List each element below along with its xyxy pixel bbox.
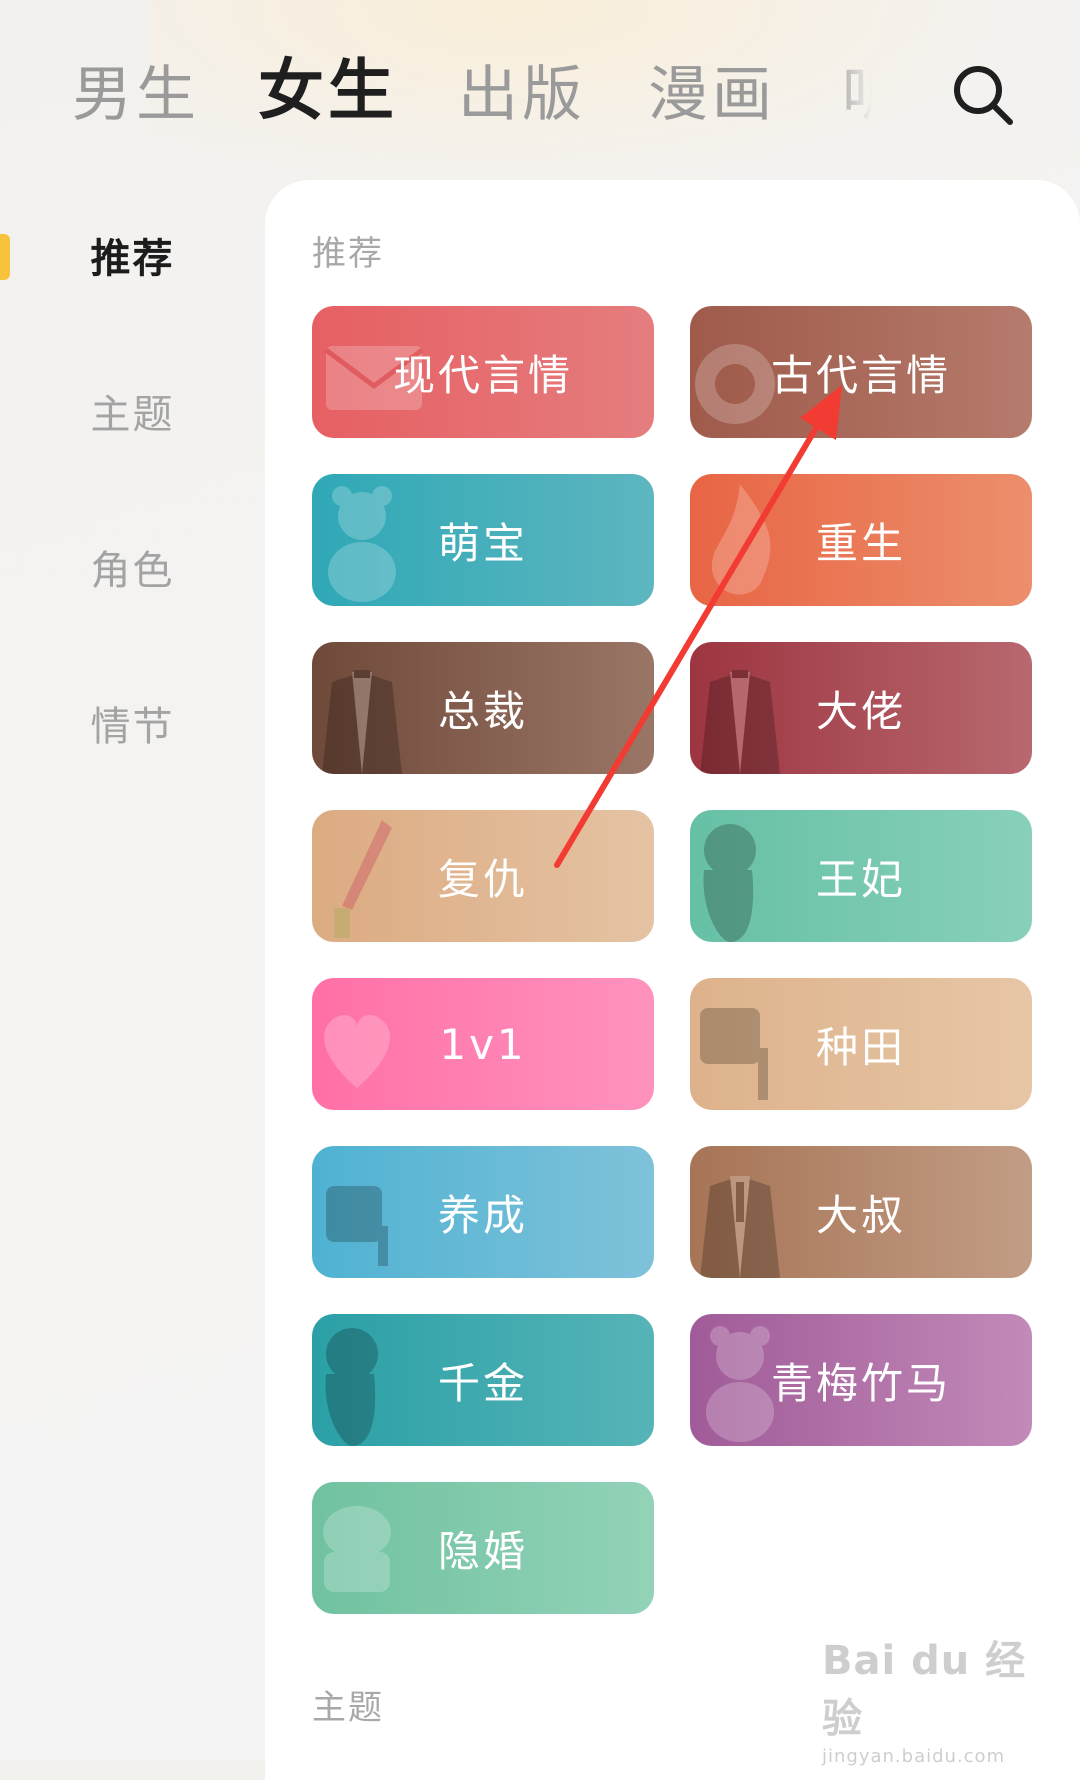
search-icon	[954, 66, 1013, 125]
category-card-cute-baby[interactable]: 萌宝	[312, 474, 654, 606]
category-card-heiress[interactable]: 千金	[312, 1314, 654, 1446]
section-title-theme: 主题	[312, 1688, 384, 1728]
lady-icon	[325, 1328, 378, 1446]
category-card-1v1[interactable]: 1v1	[312, 978, 654, 1110]
category-card-modern-romance[interactable]: 现代言情	[312, 306, 654, 438]
suit-icon	[322, 670, 402, 774]
category-label: 大叔	[815, 1190, 906, 1240]
category-label: 重生	[815, 518, 906, 568]
category-card-farming[interactable]: 种田	[690, 978, 1032, 1110]
baidu-watermark: Bai du 经验 jingyan.baidu.com	[822, 1628, 1032, 1767]
tab-male[interactable]: 男生	[72, 58, 200, 132]
category-label: 千金	[437, 1358, 528, 1408]
category-label: 古代言情	[770, 350, 951, 400]
fire-icon	[711, 484, 771, 595]
category-label: 总裁	[437, 686, 528, 736]
category-card-big-shot[interactable]: 大佬	[690, 642, 1032, 774]
category-label: 青梅竹马	[770, 1358, 951, 1408]
watermark-url: jingyan.baidu.com	[822, 1746, 1006, 1767]
sidebar-item-role[interactable]: 角色	[0, 546, 265, 596]
category-label: 王妃	[815, 854, 906, 904]
sidebar-item-recommend[interactable]: 推荐	[0, 234, 265, 284]
category-label: 1v1	[439, 1019, 527, 1069]
category-label: 种田	[815, 1022, 906, 1072]
section-title-recommend: 推荐	[312, 234, 384, 274]
category-label: 养成	[437, 1190, 528, 1240]
tab-publish[interactable]: 出版	[458, 58, 586, 132]
category-card-rebirth[interactable]: 重生	[690, 474, 1032, 606]
category-label: 隐婚	[437, 1526, 528, 1576]
tab-comics[interactable]: 漫画	[648, 58, 776, 132]
dagger-icon	[334, 820, 392, 938]
category-label: 萌宝	[437, 518, 528, 568]
category-card-secret-marriage[interactable]: 隐婚	[312, 1482, 654, 1614]
category-label: 现代言情	[392, 350, 573, 400]
category-label: 大佬	[815, 686, 906, 736]
category-label: 复仇	[437, 854, 528, 904]
sidebar-item-theme[interactable]: 主题	[0, 390, 265, 440]
category-card-raising[interactable]: 养成	[312, 1146, 654, 1278]
top-tab-bar: 男生 女生 出版 漫画 听	[0, 0, 1080, 170]
heart-icon	[324, 1014, 390, 1088]
category-card-ceo[interactable]: 总裁	[312, 642, 654, 774]
teddy-bear-icon	[328, 486, 396, 602]
ring-box-icon	[323, 1506, 391, 1592]
tab-female[interactable]: 女生	[258, 54, 398, 128]
category-card-revenge[interactable]: 复仇	[312, 810, 654, 942]
lady-icon	[703, 824, 756, 942]
watering-can-icon	[326, 1186, 388, 1266]
category-card-ancient-romance[interactable]: 古代言情	[690, 306, 1032, 438]
suit-icon	[700, 670, 780, 774]
category-card-princess[interactable]: 王妃	[690, 810, 1032, 942]
category-card-uncle[interactable]: 大叔	[690, 1146, 1032, 1278]
category-card-childhood-sweethearts[interactable]: 青梅竹马	[690, 1314, 1032, 1446]
shovel-icon	[700, 1008, 768, 1100]
watermark-logo-text: Bai du 经验	[822, 1638, 1027, 1742]
sidebar-item-plot[interactable]: 情节	[0, 702, 265, 752]
search-button[interactable]	[950, 62, 1016, 128]
tab-listen[interactable]: 听	[842, 58, 872, 132]
suit-icon	[700, 1176, 780, 1278]
